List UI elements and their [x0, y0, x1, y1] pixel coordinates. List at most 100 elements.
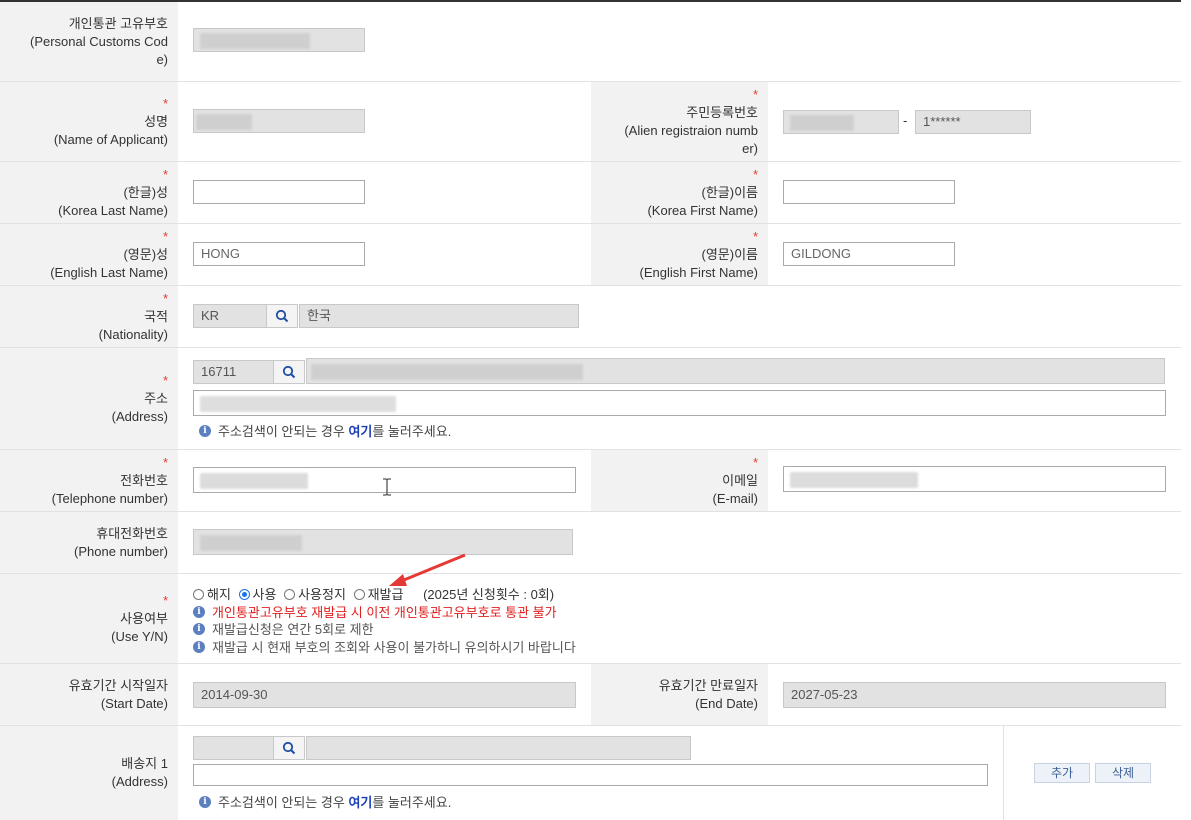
korea-first-name-input[interactable]: [783, 180, 955, 204]
nationality-name-field[interactable]: 한국: [299, 304, 579, 328]
name-label-en: (Name of Applicant): [53, 131, 168, 147]
name-label: * 성명 (Name of Applicant): [0, 82, 178, 161]
eng-last-label-ko-text: (영문)성: [123, 246, 168, 262]
mobile-label: 휴대전화번호 (Phone number): [0, 512, 178, 573]
row-use-yn: * 사용여부 (Use Y/N) 해지 사용 사용정지 재발급 (2025년 신청…: [0, 553, 1181, 664]
use-yn-label-ko: * 사용여부: [0, 592, 168, 628]
nationality-label: * 국적 (Nationality): [0, 286, 178, 347]
ship-help-suffix: 를 눌러주세요.: [372, 795, 452, 810]
start-date-label: 유효기간 시작일자 (Start Date): [0, 664, 178, 725]
radio-cancel-label: 해지: [207, 587, 231, 602]
ship-address-search-button[interactable]: [273, 736, 305, 760]
row-address: * 주소 (Address) 16711 i 주소검색이 안되는 경우 여기 를 눌…: [0, 348, 1181, 450]
name-label-ko-text: 성명: [144, 113, 168, 129]
info-icon: i: [193, 605, 205, 618]
customs-code-label: 개인통관 고유부호 (Personal Customs Cod e): [0, 2, 178, 81]
email-label-ko: * 이메일: [591, 454, 758, 490]
eng-first-name-input[interactable]: GILDONG: [783, 242, 955, 266]
alien-reg-first-field[interactable]: [783, 110, 899, 134]
eng-last-name-input[interactable]: HONG: [193, 242, 365, 266]
end-date-label-en: (End Date): [695, 695, 758, 711]
email-label: * 이메일 (E-mail): [591, 450, 768, 511]
row-korean-name: * (한글)성 (Korea Last Name) * (한글)이름 (Korea …: [0, 162, 1181, 224]
eng-last-label: * (영문)성 (English Last Name): [0, 224, 178, 285]
delete-address-button[interactable]: 삭제: [1095, 763, 1151, 783]
korea-last-name-input[interactable]: [193, 180, 365, 204]
eng-first-label-ko-text: (영문)이름: [701, 246, 759, 262]
customs-code-form: 개인통관 고유부호 (Personal Customs Cod e) * 성명 (…: [0, 0, 1181, 820]
address-search-button[interactable]: [273, 360, 305, 384]
row-english-name: * (영문)성 (English Last Name) HONG * (영문)이름 …: [0, 224, 1181, 286]
address-help-link[interactable]: 여기: [348, 421, 372, 440]
radio-circle-icon[interactable]: [353, 589, 365, 600]
start-date-field[interactable]: 2014-09-30: [193, 682, 576, 708]
ship-address-detail-input[interactable]: [193, 764, 988, 786]
address-label-en: (Address): [111, 408, 168, 424]
search-icon: [282, 365, 296, 379]
name-field[interactable]: [193, 109, 365, 133]
address-main-field[interactable]: [306, 358, 1165, 384]
nationality-label-ko: * 국적: [0, 290, 168, 326]
redacted-value: [311, 364, 583, 380]
row-mobile: 휴대전화번호 (Phone number): [0, 512, 1181, 574]
alien-reg-label-ko: * 주민등록번호: [591, 86, 758, 122]
ship-help-link[interactable]: 여기: [348, 792, 372, 811]
alien-reg-separator: -: [903, 113, 908, 128]
email-label-ko-text: 이메일: [722, 472, 758, 488]
info-icon: i: [193, 622, 205, 635]
ship-address-help-text: i 주소검색이 안되는 경우 여기 를 눌러주세요.: [199, 792, 451, 811]
notice-2-text: 재발급 시 현재 부호의 조회와 사용이 불가하니 유의하시기 바랍니다: [212, 640, 576, 655]
red-arrow-annotation: [389, 553, 466, 586]
radio-circle-icon[interactable]: [284, 589, 296, 600]
ship-addr-label-ko: 배송지 1: [121, 756, 168, 771]
text-cursor-icon: [383, 478, 391, 496]
start-date-label-ko: 유효기간 시작일자: [68, 677, 168, 693]
nationality-search-button[interactable]: [266, 304, 298, 328]
redacted-value: [200, 396, 396, 412]
search-icon: [275, 309, 289, 323]
customs-code-label-ko: 개인통관 고유부호: [68, 15, 168, 31]
row-shipping-address: 배송지 1 (Address) i 주소검색이 안되는 경우 여기 를 눌러주세요…: [0, 726, 1181, 820]
notice-2: i 재발급 시 현재 부호의 조회와 사용이 불가하니 유의하시기 바랍니다: [193, 637, 576, 656]
add-address-button[interactable]: 추가: [1034, 763, 1090, 783]
address-help-prefix: 주소검색이 안되는 경우: [218, 424, 349, 439]
customs-code-label-en-cont: e): [156, 51, 168, 67]
telephone-label-ko: * 전화번호: [0, 454, 168, 490]
email-input[interactable]: [783, 466, 1166, 492]
row-nationality: * 국적 (Nationality) KR 한국: [0, 286, 1181, 348]
redacted-value: [200, 33, 310, 49]
info-icon: i: [193, 640, 205, 653]
telephone-label-en: (Telephone number): [51, 490, 168, 506]
mobile-field[interactable]: [193, 529, 573, 555]
start-date-label-en: (Start Date): [100, 695, 168, 711]
eng-first-label: * (영문)이름 (English First Name): [591, 224, 768, 285]
zip-code-field[interactable]: 16711: [193, 360, 274, 384]
korea-first-label-en: (Korea First Name): [647, 202, 758, 218]
radio-use[interactable]: 사용: [238, 587, 276, 602]
radio-circle-selected-icon[interactable]: [238, 589, 250, 600]
radio-suspend[interactable]: 사용정지: [284, 587, 346, 602]
nationality-code-field[interactable]: KR: [193, 304, 267, 328]
redacted-value: [790, 115, 854, 131]
alien-reg-label-ko-text: 주민등록번호: [686, 104, 758, 120]
mobile-label-ko: 휴대전화번호: [96, 525, 168, 541]
eng-first-label-ko: * (영문)이름: [591, 228, 759, 264]
end-date-field[interactable]: 2027-05-23: [783, 682, 1166, 708]
alien-reg-second-field[interactable]: 1******: [915, 110, 1031, 134]
redacted-value: [196, 114, 252, 130]
address-detail-input[interactable]: [193, 390, 1166, 416]
radio-cancel[interactable]: 해지: [193, 587, 231, 602]
korea-last-label: * (한글)성 (Korea Last Name): [0, 162, 178, 223]
use-yn-radio-group: 해지 사용 사용정지 재발급 (2025년 신청횟수 : 0회): [193, 584, 554, 603]
address-label: * 주소 (Address): [0, 348, 178, 449]
ship-address-main-field[interactable]: [306, 736, 691, 760]
address-help-suffix: 를 눌러주세요.: [372, 424, 452, 439]
korea-last-label-en: (Korea Last Name): [58, 202, 168, 218]
ship-zip-field[interactable]: [193, 736, 274, 760]
row-telephone: * 전화번호 (Telephone number) * 이메일 (E-mail): [0, 450, 1181, 512]
info-icon: i: [199, 795, 211, 808]
nationality-label-ko-text: 국적: [144, 308, 168, 324]
eng-last-label-ko: * (영문)성: [0, 228, 168, 264]
radio-circle-icon[interactable]: [193, 589, 204, 600]
customs-code-field[interactable]: [193, 28, 365, 52]
